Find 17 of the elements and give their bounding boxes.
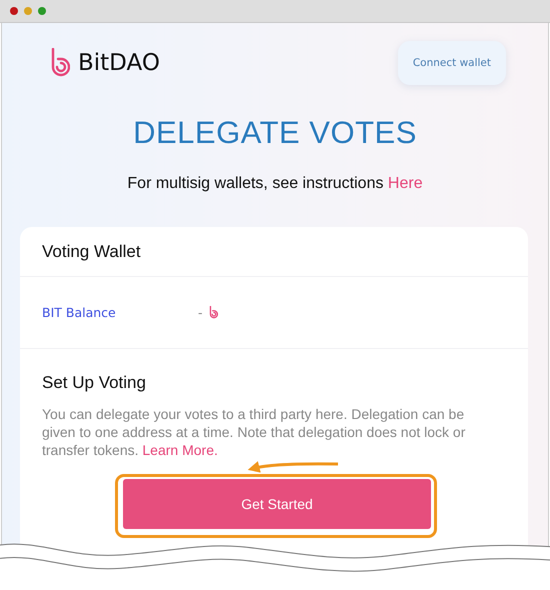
logo-icon	[50, 48, 70, 78]
maximize-icon[interactable]	[38, 7, 46, 15]
learn-more-link[interactable]: Learn More.	[142, 442, 218, 458]
minimize-icon[interactable]	[24, 7, 32, 15]
section-heading: Voting Wallet	[42, 242, 141, 261]
page-title: DELEGATE VOTES	[132, 115, 418, 151]
description-text: You can delegate your votes to a third party here. Delegation can be given to one address at a time. Note that delegation does not lock or transfer tokens. Learn More.	[42, 405, 466, 459]
subtitle: For multisig wallets, see instructions	[127, 175, 384, 192]
connect-wallet-button[interactable]: Connect wallet	[398, 41, 506, 85]
balance-value: -	[198, 305, 203, 320]
section-heading: Set Up Voting	[42, 373, 146, 392]
token-icon	[208, 306, 218, 319]
get-started-button[interactable]: Get Started	[123, 479, 431, 529]
close-icon[interactable]	[10, 7, 18, 15]
here-link[interactable]: Here	[388, 175, 423, 192]
balance-label: BIT Balance	[42, 305, 117, 320]
brand-name: BitDAO	[78, 50, 160, 76]
